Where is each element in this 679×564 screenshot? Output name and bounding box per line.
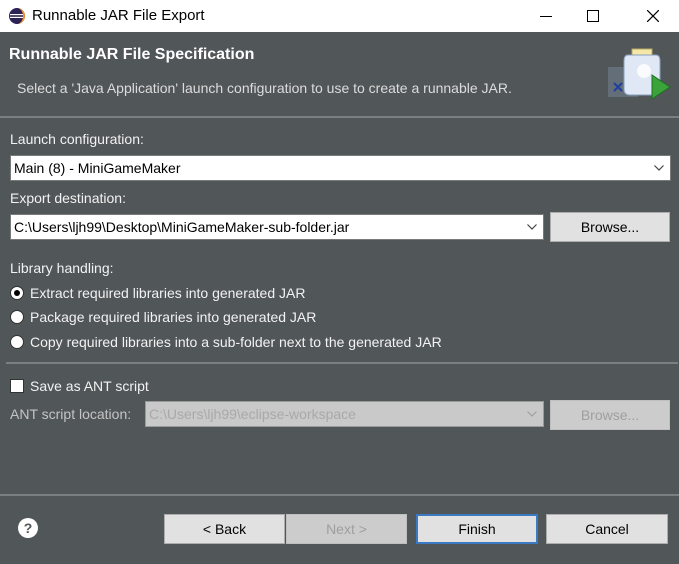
radio-label: Copy required libraries into a sub-folde… [30, 334, 442, 350]
radio-button[interactable] [10, 286, 24, 300]
minimize-button[interactable] [521, 0, 571, 32]
wizard-header: Runnable JAR File Specification Select a… [0, 32, 679, 116]
header-separator [0, 116, 679, 118]
chevron-down-icon[interactable] [648, 156, 670, 180]
radio-extract-libraries[interactable]: Extract required libraries into generate… [10, 283, 305, 303]
next-button[interactable]: Next > [286, 514, 407, 544]
eclipse-icon [9, 8, 25, 24]
window-title: Runnable JAR File Export [32, 7, 205, 24]
ant-script-location-label: ANT script location: [10, 406, 132, 422]
radio-button[interactable] [10, 335, 24, 349]
close-icon [647, 10, 659, 22]
export-destination-label: Export destination: [10, 190, 126, 206]
radio-copy-libraries[interactable]: Copy required libraries into a sub-folde… [10, 332, 442, 352]
page-title: Runnable JAR File Specification [9, 46, 255, 63]
save-ant-script-checkbox-row[interactable]: Save as ANT script [10, 376, 149, 396]
minimize-icon [540, 16, 552, 17]
close-button[interactable] [628, 0, 678, 32]
ant-script-location-value: C:\Users\ljh99\eclipse-workspace [149, 406, 356, 422]
help-icon[interactable]: ? [18, 518, 38, 538]
save-ant-script-checkbox[interactable] [10, 379, 24, 393]
maximize-icon [587, 10, 599, 22]
radio-button[interactable] [10, 310, 24, 324]
chevron-down-icon[interactable] [521, 402, 543, 426]
maximize-button[interactable] [568, 0, 618, 32]
export-destination-combo[interactable]: C:\Users\ljh99\Desktop\MiniGameMaker-sub… [10, 214, 544, 240]
chevron-down-icon[interactable] [521, 215, 543, 239]
radio-package-libraries[interactable]: Package required libraries into generate… [10, 307, 316, 327]
radio-label: Package required libraries into generate… [30, 309, 317, 325]
page-description: Select a 'Java Application' launch confi… [17, 80, 512, 96]
ant-script-location-combo[interactable]: C:\Users\ljh99\eclipse-workspace [145, 401, 544, 427]
jar-export-icon [608, 48, 671, 100]
footer-separator [0, 494, 679, 496]
launch-config-value: Main (8) - MiniGameMaker [14, 160, 181, 176]
finish-button[interactable]: Finish [416, 514, 538, 544]
dialog-body: Runnable JAR File Specification Select a… [0, 32, 679, 564]
export-browse-button[interactable]: Browse... [550, 212, 670, 242]
title-bar: Runnable JAR File Export [0, 0, 679, 32]
radio-label: Extract required libraries into generate… [30, 285, 306, 301]
launch-config-select[interactable]: Main (8) - MiniGameMaker [10, 155, 671, 181]
library-handling-label: Library handling: [10, 260, 114, 276]
back-button[interactable]: < Back [164, 514, 285, 544]
ant-browse-button[interactable]: Browse... [550, 400, 670, 430]
section-separator [6, 362, 678, 364]
export-destination-value: C:\Users\ljh99\Desktop\MiniGameMaker-sub… [14, 219, 350, 235]
cancel-button[interactable]: Cancel [546, 514, 668, 544]
launch-config-label: Launch configuration: [10, 131, 144, 147]
save-ant-script-label: Save as ANT script [30, 378, 149, 394]
